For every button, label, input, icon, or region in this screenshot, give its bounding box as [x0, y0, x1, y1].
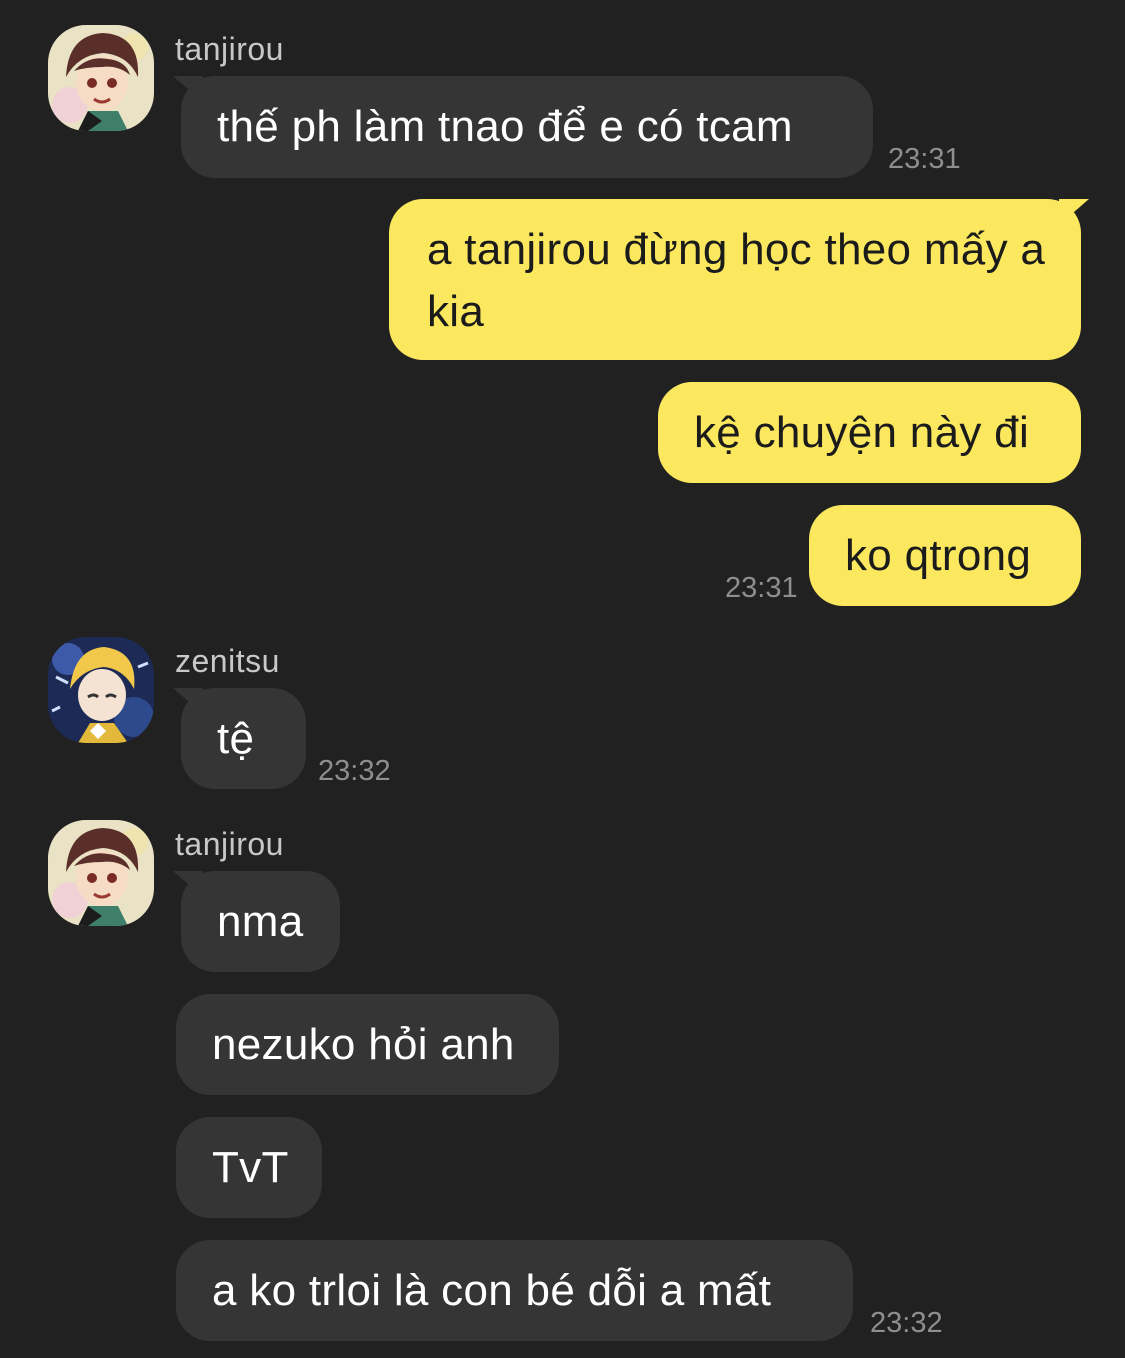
message-timestamp: 23:31	[888, 143, 961, 175]
message-timestamp: 23:32	[870, 1307, 943, 1339]
message-bubble[interactable]: kệ chuyện này đi	[658, 382, 1081, 483]
zenitsu-avatar-icon[interactable]	[48, 637, 154, 743]
message-text: ko qtrong	[845, 531, 1032, 580]
message-bubble[interactable]: a tanjirou đừng học theo mấy a kia	[389, 199, 1081, 360]
message-timestamp: 23:32	[318, 755, 391, 787]
tanjirou-avatar-icon[interactable]	[48, 25, 154, 131]
message-timestamp: 23:31	[725, 572, 798, 604]
message-text: a ko trloi là con bé dỗi a mất	[212, 1266, 772, 1315]
message-text: a tanjirou đừng học theo mấy a kia	[427, 225, 1046, 336]
message-text: kệ chuyện này đi	[694, 408, 1030, 457]
message-text: nma	[217, 897, 304, 946]
message-text: thế ph làm tnao để e có tcam	[217, 102, 793, 151]
sender-name: tanjirou	[175, 826, 284, 862]
sender-name: zenitsu	[175, 643, 280, 679]
message-text: nezuko hỏi anh	[212, 1020, 515, 1069]
message-bubble[interactable]: a ko trloi là con bé dỗi a mất	[176, 1240, 853, 1341]
message-text: tệ	[217, 714, 255, 763]
message-bubble[interactable]: nezuko hỏi anh	[176, 994, 559, 1095]
message-bubble[interactable]: TvT	[176, 1117, 322, 1218]
message-text: TvT	[212, 1143, 289, 1192]
message-bubble[interactable]: thế ph làm tnao để e có tcam	[181, 76, 873, 178]
message-bubble[interactable]: nma	[181, 871, 340, 972]
tanjirou-avatar-icon[interactable]	[48, 820, 154, 926]
sender-name: tanjirou	[175, 31, 284, 67]
message-bubble[interactable]: tệ	[181, 688, 306, 789]
message-bubble[interactable]: ko qtrong	[809, 505, 1081, 606]
